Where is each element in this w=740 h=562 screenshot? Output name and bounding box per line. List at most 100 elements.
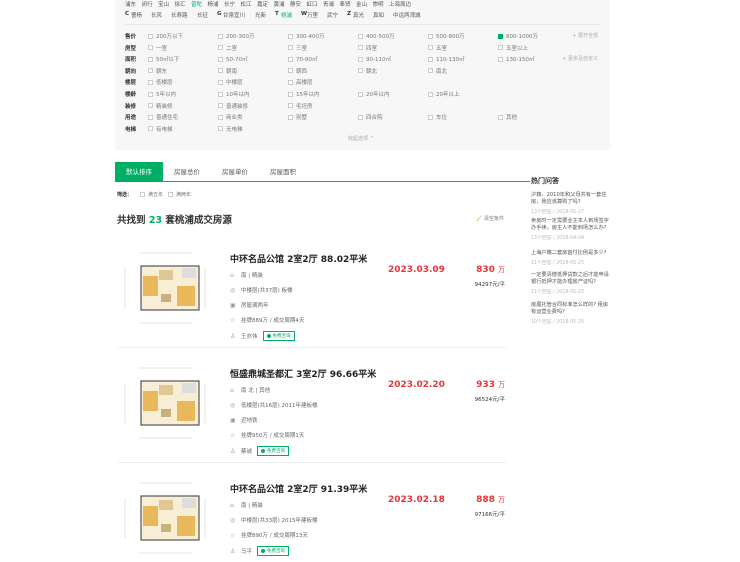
filter-option[interactable]: 南北	[428, 67, 447, 75]
subdistrict-link[interactable]: 中远两湾城	[393, 11, 421, 19]
consult-button[interactable]: 免费咨询	[257, 446, 290, 456]
listing-title[interactable]: 中环名品公馆 2室2厅 91.39平米	[230, 482, 510, 495]
checkbox[interactable]	[358, 45, 363, 51]
district-link[interactable]: 嘉定	[257, 0, 268, 8]
filter-option[interactable]: 商业类	[218, 113, 243, 121]
screen-option[interactable]: 满五年	[140, 191, 163, 198]
checkbox[interactable]	[288, 68, 293, 74]
checkbox[interactable]	[148, 103, 153, 109]
filter-option[interactable]: 二室	[218, 44, 237, 52]
qa-question-link[interactable]: 房屋托管合同标准怎么样的? 租房有运营业费吗?	[531, 302, 611, 316]
listing-card[interactable]: 中环名品公馆 2室2厅 91.39平米 ⌂ 南 | 精装 ◎ 中楼层(共33层) 201…	[230, 482, 510, 556]
filter-option[interactable]: 有电梯	[148, 125, 173, 133]
district-link[interactable]: 松江	[241, 0, 252, 8]
checkbox[interactable]	[428, 56, 433, 62]
filter-option[interactable]: 70-90㎡	[288, 55, 317, 63]
filter-option[interactable]: 别墅	[288, 113, 307, 121]
checkbox[interactable]	[288, 103, 293, 109]
checkbox[interactable]	[148, 33, 153, 39]
filter-option[interactable]: 四室	[358, 44, 377, 52]
subdistrict-link[interactable]: 长寿路	[171, 11, 188, 19]
checkbox[interactable]	[498, 33, 503, 39]
subdistrict-link[interactable]: 光新	[255, 11, 266, 19]
qa-question-link[interactable]: 上海户籍二套房首付比例是多少?	[531, 250, 611, 257]
qa-question-link[interactable]: 一定要清偿抵押贷款之后才能申请银行抵押才能办理房产证吗?	[531, 272, 611, 286]
floorplan-image[interactable]	[117, 363, 212, 443]
checkbox[interactable]	[358, 91, 363, 97]
filter-option[interactable]: 90-110㎡	[358, 55, 391, 63]
checkbox[interactable]	[288, 114, 293, 120]
subdistrict-link[interactable]: 武宁	[327, 11, 338, 19]
floorplan-image[interactable]	[117, 248, 212, 328]
filter-option[interactable]: 朝东	[148, 67, 167, 75]
district-link[interactable]: 宝山	[158, 0, 169, 8]
filter-option[interactable]: 50㎡以下	[148, 55, 180, 63]
checkbox[interactable]	[218, 79, 223, 85]
checkbox[interactable]	[218, 56, 223, 62]
district-link[interactable]: 普陀	[191, 0, 202, 8]
subdistrict-link[interactable]: 甘泉宜川	[223, 11, 245, 19]
checkbox[interactable]	[288, 79, 293, 85]
checkbox[interactable]	[358, 114, 363, 120]
checkbox[interactable]	[148, 126, 153, 132]
checkbox[interactable]	[358, 56, 363, 62]
subdistrict-link[interactable]: 万里	[307, 11, 318, 19]
collapse-options-button[interactable]: 收起选项 ^	[348, 135, 374, 142]
checkbox[interactable]	[148, 79, 153, 85]
filter-option[interactable]: 三室	[288, 44, 307, 52]
district-link[interactable]: 闵行	[142, 0, 153, 8]
listing-title[interactable]: 恒盛鼎城圣都汇 3室2厅 96.66平米	[230, 367, 510, 380]
filter-option[interactable]: 15年以内	[288, 90, 320, 98]
filter-option[interactable]: 20年以内	[358, 90, 390, 98]
checkbox[interactable]	[428, 68, 433, 74]
filter-option[interactable]: 朝北	[358, 67, 377, 75]
checkbox[interactable]	[428, 114, 433, 120]
checkbox[interactable]	[140, 192, 145, 197]
clear-filters-button[interactable]: 🧹 清空条件	[476, 215, 504, 222]
expand-link[interactable]: + 更多及自定义	[562, 55, 598, 62]
subdistrict-link[interactable]: 真如	[373, 11, 384, 19]
checkbox[interactable]	[288, 33, 293, 39]
filter-option[interactable]: 500-800万	[428, 32, 464, 40]
filter-option[interactable]: 400-500万	[358, 32, 394, 40]
consult-button[interactable]: 免费咨询	[262, 331, 295, 341]
filter-option[interactable]: 毛坯房	[288, 102, 313, 110]
checkbox[interactable]	[218, 114, 223, 120]
filter-option[interactable]: 普通装修	[218, 102, 248, 110]
district-link[interactable]: 静安	[290, 0, 301, 8]
checkbox[interactable]	[288, 56, 293, 62]
qa-question-link[interactable]: 卖房时一定需要业主本人到场签字办手续，房主人不能到场怎么办?	[531, 218, 611, 232]
filter-option[interactable]: 高楼层	[288, 78, 313, 86]
checkbox[interactable]	[218, 126, 223, 132]
filter-option[interactable]: 130-150㎡	[498, 55, 534, 63]
district-link[interactable]: 崇明	[373, 0, 384, 8]
listing-card[interactable]: 恒盛鼎城圣都汇 3室2厅 96.66平米 ⌂ 南 北 | 其他 ◎ 低楼层(共16层) …	[230, 367, 510, 456]
filter-option[interactable]: 一室	[148, 44, 167, 52]
checkbox[interactable]	[218, 68, 223, 74]
filter-option[interactable]: 其他	[498, 113, 517, 121]
district-link[interactable]: 虹口	[307, 0, 318, 8]
tab-sort[interactable]: 默认排序	[115, 162, 163, 181]
filter-option[interactable]: 普通住宅	[148, 113, 178, 121]
filter-option[interactable]: 五室	[428, 44, 447, 52]
filter-option[interactable]: 四合院	[358, 113, 383, 121]
filter-option[interactable]: 10年以内	[218, 90, 250, 98]
listing-title[interactable]: 中环名品公馆 2室2厅 88.02平米	[230, 252, 510, 265]
district-link[interactable]: 长宁	[224, 0, 235, 8]
checkbox[interactable]	[498, 56, 503, 62]
subdistrict-link[interactable]: 曹杨	[131, 11, 142, 19]
checkbox[interactable]	[148, 114, 153, 120]
checkbox[interactable]	[288, 45, 293, 51]
filter-option[interactable]: 200万以下	[148, 32, 183, 40]
checkbox[interactable]	[148, 91, 153, 97]
filter-option[interactable]: 精装修	[148, 102, 173, 110]
district-link[interactable]: 上海周边	[389, 0, 411, 8]
subdistrict-link[interactable]: 桃浦	[281, 11, 292, 19]
checkbox[interactable]	[428, 33, 433, 39]
filter-option[interactable]: 朝南	[218, 67, 237, 75]
checkbox[interactable]	[148, 68, 153, 74]
qa-question-link[interactable]: 沪籍，2010年和父母共有一套住房，我应该算购了吗?	[531, 192, 611, 206]
checkbox[interactable]	[218, 33, 223, 39]
filter-option[interactable]: 300-400万	[288, 32, 324, 40]
district-link[interactable]: 杨浦	[208, 0, 219, 8]
